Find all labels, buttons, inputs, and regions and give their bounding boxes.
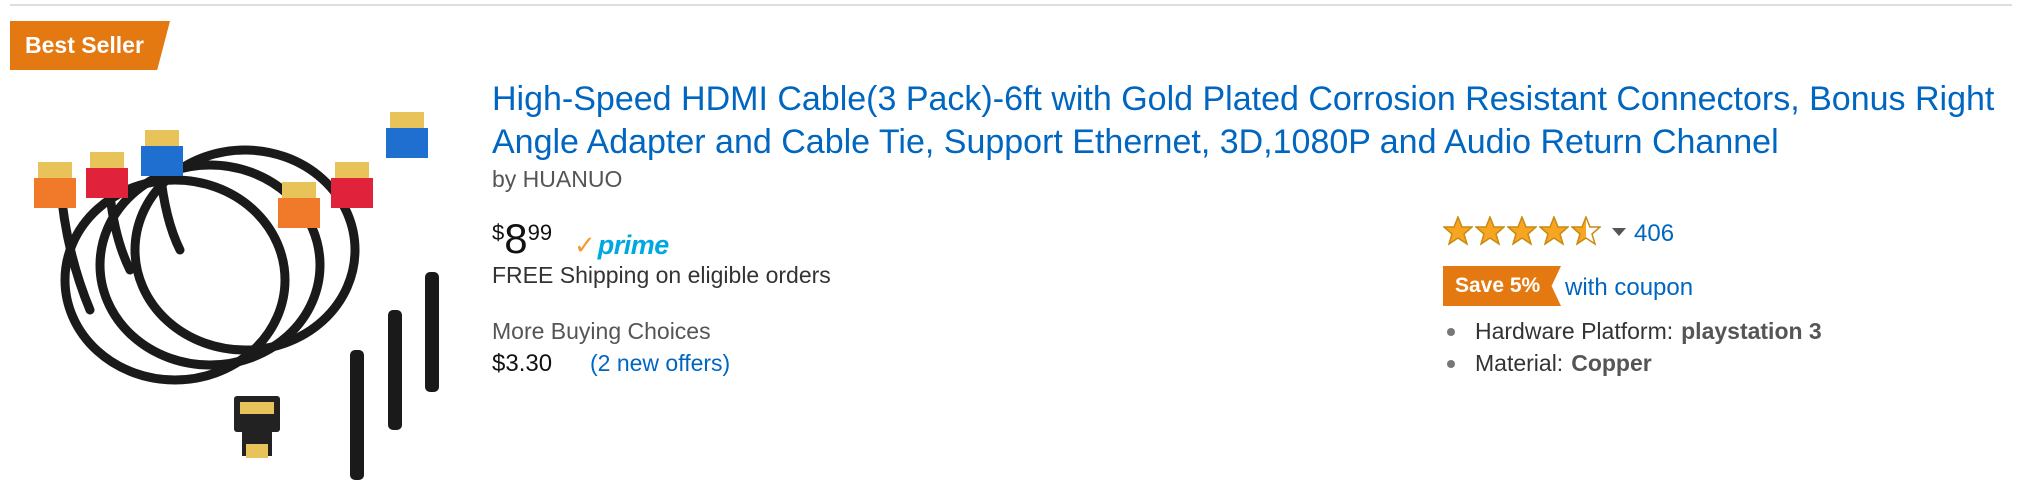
- prime-check-icon: ✓: [574, 230, 596, 260]
- prime-badge: ✓ prime: [574, 230, 669, 261]
- bullet-icon: [1447, 327, 1455, 336]
- attribute-row: Material: Copper: [1443, 350, 1652, 377]
- coupon-badge: Save 5%: [1443, 266, 1561, 306]
- star-half-icon: [1571, 216, 1601, 246]
- more-buying-choices-label: More Buying Choices: [492, 318, 711, 344]
- attribute-value: Copper: [1571, 350, 1652, 376]
- chevron-down-icon[interactable]: [1612, 228, 1626, 236]
- star-full-icon: [1539, 216, 1569, 246]
- product-image[interactable]: [20, 100, 450, 490]
- star-full-icon: [1443, 216, 1473, 246]
- more-buying-choices-price: $3.30: [492, 350, 553, 377]
- attribute-row: Hardware Platform: playstation 3: [1443, 318, 1822, 345]
- attribute-value: playstation 3: [1681, 318, 1822, 344]
- price: $ 8 99: [492, 216, 552, 262]
- attribute-name: Hardware Platform:: [1475, 318, 1674, 344]
- brand-byline: by HUANUO: [492, 166, 623, 192]
- price-fraction: 99: [527, 220, 553, 245]
- best-seller-badge: Best Seller: [10, 21, 170, 70]
- coupon-link[interactable]: with coupon: [1565, 274, 1693, 302]
- star-full-icon: [1507, 216, 1537, 246]
- star-full-icon: [1475, 216, 1505, 246]
- star-rating[interactable]: [1443, 216, 1603, 246]
- top-divider: [10, 4, 2012, 6]
- shipping-text: FREE Shipping on eligible orders: [492, 262, 831, 288]
- bullet-icon: [1447, 359, 1455, 368]
- price-currency: $: [492, 220, 505, 245]
- review-count-link[interactable]: 406: [1634, 220, 1674, 248]
- price-whole: 8: [504, 215, 528, 262]
- prime-label: prime: [597, 230, 670, 260]
- product-title-link[interactable]: High-Speed HDMI Cable(3 Pack)-6ft with G…: [492, 78, 2012, 164]
- new-offers-link[interactable]: (2 new offers): [590, 350, 730, 377]
- attribute-name: Material:: [1475, 350, 1564, 376]
